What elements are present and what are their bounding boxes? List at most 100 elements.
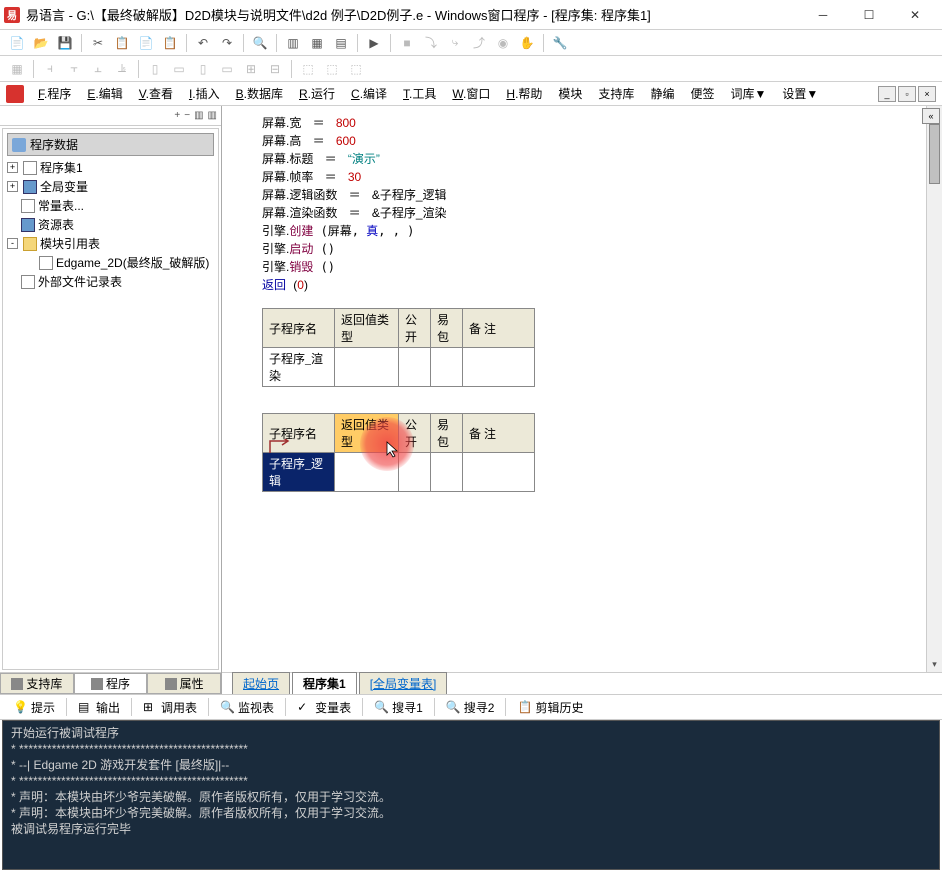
size3-icon[interactable]: ⬚: [345, 58, 367, 80]
tab-globalvars[interactable]: [全局变量表]: [359, 672, 448, 694]
step-out-icon[interactable]: ⤴: [468, 32, 490, 54]
mdi-close-button[interactable]: ×: [918, 86, 936, 102]
code-editor[interactable]: 屏幕.宽 ＝ 800屏幕.高 ＝ 600屏幕.标题 ＝ “演示”屏幕.帧率 ＝ …: [222, 106, 942, 672]
tree-node[interactable]: 资源表: [7, 215, 214, 234]
btn-watch[interactable]: 🔍监视表: [213, 696, 281, 719]
menu-item-6[interactable]: C.编译: [343, 83, 395, 104]
undo-icon[interactable]: ↶: [192, 32, 214, 54]
mdi-minimize-button[interactable]: _: [878, 86, 896, 102]
menu-item-15[interactable]: 设置▼: [774, 83, 826, 104]
close-button[interactable]: ✕: [892, 1, 938, 29]
menu-item-8[interactable]: W.窗口: [444, 83, 498, 104]
step-over-icon[interactable]: ⤵: [420, 32, 442, 54]
code-line[interactable]: 屏幕.标题 ＝ “演示”: [262, 150, 934, 168]
code-line[interactable]: 屏幕.帧率 ＝ 30: [262, 168, 934, 186]
dist4-icon[interactable]: ▭: [216, 58, 238, 80]
tree-node[interactable]: +程序集1: [7, 158, 214, 177]
menu-item-3[interactable]: I.插入: [181, 83, 228, 104]
new-file-icon[interactable]: 📄: [6, 32, 28, 54]
code-line[interactable]: 引擎.创建 (屏幕, 真, , ): [262, 222, 934, 240]
dist5-icon[interactable]: ⊞: [240, 58, 262, 80]
tree-node[interactable]: -模块引用表: [7, 234, 214, 253]
menu-item-1[interactable]: E.编辑: [79, 83, 130, 104]
layout3-icon[interactable]: ▤: [330, 32, 352, 54]
step-into-icon[interactable]: ⤷: [444, 32, 466, 54]
breakpoint-icon[interactable]: ◉: [492, 32, 514, 54]
maximize-button[interactable]: ☐: [846, 1, 892, 29]
table-row[interactable]: 子程序_逻辑: [263, 453, 535, 492]
cut-icon[interactable]: ✂: [87, 32, 109, 54]
left-tool-plus-icon[interactable]: +: [174, 110, 180, 121]
scroll-thumb[interactable]: [929, 124, 940, 184]
minimize-button[interactable]: ─: [800, 1, 846, 29]
tree-node[interactable]: Edgame_2D(最终版_破解版): [25, 253, 214, 272]
menu-item-14[interactable]: 词库▼: [722, 83, 774, 104]
btn-vartable[interactable]: ✓变量表: [290, 696, 358, 719]
layout1-icon[interactable]: ▥: [282, 32, 304, 54]
editor-overflow-button[interactable]: «: [922, 108, 940, 124]
left-tool-minus-icon[interactable]: −: [184, 110, 190, 121]
dist2-icon[interactable]: ▭: [168, 58, 190, 80]
size2-icon[interactable]: ⬚: [321, 58, 343, 80]
align4-icon[interactable]: ⫡: [111, 58, 133, 80]
paste-icon[interactable]: 📄: [135, 32, 157, 54]
output-console[interactable]: 开始运行被调试程序* *****************************…: [2, 720, 940, 870]
cell-subname[interactable]: 子程序_渲染: [263, 348, 335, 387]
run-icon[interactable]: ▶: [363, 32, 385, 54]
save-icon[interactable]: 💾: [54, 32, 76, 54]
left-tab-program[interactable]: 程序: [74, 673, 148, 694]
code-line[interactable]: 屏幕.逻辑函数 ＝ &子程序_逻辑: [262, 186, 934, 204]
tab-startpage[interactable]: 起始页: [232, 672, 290, 694]
size1-icon[interactable]: ⬚: [297, 58, 319, 80]
left-tab-props[interactable]: 属性: [147, 673, 221, 694]
btn-cliphist[interactable]: 📋剪辑历史: [510, 696, 590, 719]
expander-icon[interactable]: +: [7, 162, 18, 173]
menu-item-7[interactable]: T.工具: [395, 83, 444, 104]
tree-node[interactable]: 外部文件记录表: [7, 272, 214, 291]
menu-item-4[interactable]: B.数据库: [228, 83, 291, 104]
expander-icon[interactable]: -: [7, 238, 18, 249]
code-line[interactable]: 屏幕.渲染函数 ＝ &子程序_渲染: [262, 204, 934, 222]
btn-calltable[interactable]: ⊞调用表: [136, 696, 204, 719]
btn-tips[interactable]: 💡提示: [6, 696, 62, 719]
tool-icon[interactable]: 🔧: [549, 32, 571, 54]
align2-icon[interactable]: ⫟: [63, 58, 85, 80]
code-line[interactable]: 引擎.启动 (): [262, 240, 934, 258]
btn-output[interactable]: ▤输出: [71, 696, 127, 719]
btn-search1[interactable]: 🔍搜寻1: [367, 696, 430, 719]
dist1-icon[interactable]: ▯: [144, 58, 166, 80]
menu-item-11[interactable]: 支持库: [590, 83, 642, 104]
code-line[interactable]: 屏幕.高 ＝ 600: [262, 132, 934, 150]
menu-item-2[interactable]: V.查看: [131, 83, 181, 104]
menu-item-9[interactable]: H.帮助: [498, 83, 550, 104]
grid-icon[interactable]: ▦: [6, 58, 28, 80]
editor-scrollbar[interactable]: ▴ ▾: [926, 106, 942, 672]
align3-icon[interactable]: ⫠: [87, 58, 109, 80]
code-line[interactable]: 屏幕.宽 ＝ 800: [262, 114, 934, 132]
menu-item-10[interactable]: 模块: [550, 83, 590, 104]
cell-subname[interactable]: 子程序_逻辑: [263, 453, 335, 492]
hand-icon[interactable]: ✋: [516, 32, 538, 54]
left-tool-sheet2-icon[interactable]: ▥: [208, 110, 217, 121]
layout2-icon[interactable]: ▦: [306, 32, 328, 54]
table-row[interactable]: 子程序_渲染: [263, 348, 535, 387]
menu-item-12[interactable]: 静编: [642, 83, 682, 104]
dist6-icon[interactable]: ⊟: [264, 58, 286, 80]
menu-item-0[interactable]: F.程序: [30, 83, 79, 104]
menu-item-13[interactable]: 便签: [682, 83, 722, 104]
mdi-restore-button[interactable]: ▫: [898, 86, 916, 102]
left-tool-sheet-icon[interactable]: ▥: [194, 110, 203, 121]
paste2-icon[interactable]: 📋: [159, 32, 181, 54]
open-file-icon[interactable]: 📂: [30, 32, 52, 54]
menu-item-5[interactable]: R.运行: [291, 83, 343, 104]
align1-icon[interactable]: ⫞: [39, 58, 61, 80]
stop-icon[interactable]: ■: [396, 32, 418, 54]
code-line[interactable]: 返回 (0): [262, 276, 934, 294]
scroll-down-icon[interactable]: ▾: [927, 656, 942, 672]
dist3-icon[interactable]: ▯: [192, 58, 214, 80]
copy-icon[interactable]: 📋: [111, 32, 133, 54]
left-tab-support[interactable]: 支持库: [0, 673, 74, 694]
code-line[interactable]: 引擎.销毁 (): [262, 258, 934, 276]
redo-icon[interactable]: ↷: [216, 32, 238, 54]
tab-programset[interactable]: 程序集1: [292, 672, 357, 694]
